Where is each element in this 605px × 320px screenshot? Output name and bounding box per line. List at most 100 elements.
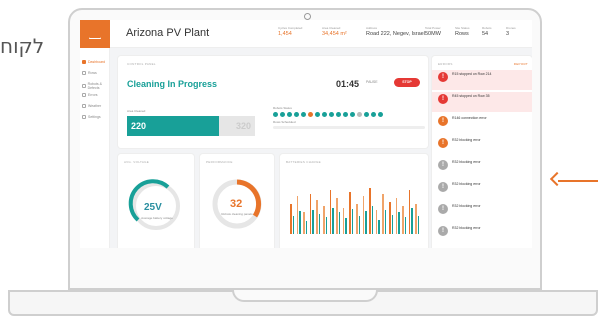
stat-label: Drones [506, 26, 516, 30]
nav-icon [82, 71, 86, 75]
cleaning-status: Cleaning In Progress [127, 79, 218, 89]
alert-icon: ! [438, 226, 448, 236]
alert-icon: ! [438, 160, 448, 170]
errors-panel: ERRORS REPORT ! R15 stopped on Row 214! R4… [432, 56, 532, 248]
performance-value: 32 [230, 198, 243, 210]
voltage-value: 25V [144, 202, 162, 213]
battery-bar-secondary [384, 210, 387, 234]
battery-bar-secondary [312, 210, 314, 234]
battery-bar [356, 204, 358, 234]
report-link[interactable]: REPORT [514, 62, 528, 66]
rows-progress-track [273, 126, 425, 129]
error-item[interactable]: ! R32 blocking error [438, 158, 532, 178]
sidebar-item[interactable]: Robots & Defects [82, 82, 109, 90]
stat-value: 3 [506, 31, 510, 37]
battery-bar [362, 196, 365, 234]
battery-bar [290, 204, 292, 234]
sidebar-item-label: Errors [88, 93, 98, 97]
header-stat: Total Power 50MW [425, 26, 441, 37]
battery-bar-secondary [299, 211, 301, 234]
stat-value: 50MW [425, 31, 441, 37]
sidebar-item-label: Robots & Defects [87, 82, 102, 90]
sidebar-item[interactable]: Rows [82, 71, 97, 75]
sidebar-item-label: Rows [88, 71, 97, 75]
battery-bar [389, 202, 391, 234]
battery-bar-secondary [404, 217, 407, 234]
alert-icon: ! [438, 116, 448, 126]
battery-bar-secondary [325, 217, 327, 234]
error-item[interactable]: ! R32 blocking error [438, 180, 532, 200]
error-item[interactable]: ! R15 stopped on Row 214 [432, 70, 532, 90]
voltage-title: AVG. VOLTAGE [124, 160, 150, 164]
sidebar-item[interactable]: Weather [82, 104, 101, 108]
error-text: R45 stopped on Row 35 [452, 94, 490, 98]
error-item[interactable]: ! R32 blocking error [438, 224, 532, 244]
battery-bar [408, 190, 411, 234]
stat-value: Road 222, Negev, Israel [366, 31, 425, 37]
nav-icon [82, 115, 86, 119]
battery-bar [296, 196, 299, 234]
header: Arizona PV Plant Cycles Completed 1,454 Ar… [110, 20, 532, 48]
stat-value: 34,454 m² [322, 31, 347, 37]
header-stat: Cycles Completed 1,454 [278, 26, 302, 37]
robot-status-dots [273, 112, 383, 117]
nav-icon [82, 93, 86, 97]
side-text: לקוח [0, 34, 45, 58]
error-item[interactable]: ! R146 connection error [438, 114, 532, 134]
sidebar-item[interactable]: Settings [82, 115, 101, 119]
battery-bar [303, 212, 305, 234]
battery-bar [349, 192, 351, 234]
nav-icon [82, 84, 86, 88]
alert-icon: ! [438, 72, 448, 82]
control-panel: CONTROL PANEL Cleaning In Progress 01:45… [118, 56, 428, 148]
stat-label: Robots [482, 26, 492, 30]
performance-panel: PERFORMANCE 32 Robots cleaning panels [200, 154, 274, 248]
error-item[interactable]: ! R32 blocking error [438, 202, 532, 222]
battery-bar-secondary [411, 207, 413, 234]
rows-scheduled-label: Rows Scheduled [273, 120, 296, 124]
nav-icon [82, 60, 86, 64]
error-text: R32 blocking error [452, 160, 481, 164]
battery-bar [395, 198, 398, 234]
sidebar: Dashboard Rows Robots & Defects Errors Weath… [80, 20, 110, 248]
alert-icon: ! [438, 204, 448, 214]
battery-bar-secondary [371, 206, 374, 234]
voltage-panel: AVG. VOLTAGE 25V Average battery voltage [118, 154, 194, 248]
stat-label: Site Status [455, 26, 470, 30]
camera-icon [304, 13, 311, 20]
battery-bar [342, 208, 345, 234]
stat-value: 1,454 [278, 31, 292, 37]
sidebar-item[interactable]: Dashboard [82, 60, 105, 64]
battery-bar [336, 198, 338, 234]
stop-button[interactable]: STOP [394, 78, 420, 87]
battery-bar [375, 210, 378, 234]
header-stat: Area Cleaned 34,454 m² [322, 26, 347, 37]
battery-bar-secondary [292, 216, 294, 234]
error-text: R32 blocking error [452, 138, 481, 142]
battery-bar-secondary [398, 212, 400, 234]
battery-bar-secondary [318, 213, 321, 234]
performance-title: PERFORMANCE [206, 160, 233, 164]
header-stat: Site Status Rows [455, 26, 470, 37]
battery-bar-secondary [332, 207, 334, 234]
sidebar-item[interactable]: Errors [82, 93, 98, 97]
control-panel-title: CONTROL PANEL [127, 62, 156, 66]
stat-value: Rows [455, 31, 469, 37]
logo [80, 20, 110, 48]
error-text: R32 blocking error [452, 226, 481, 230]
app-screen: Dashboard Rows Robots & Defects Errors Weath… [80, 20, 532, 248]
error-item[interactable]: ! R32 blocking error [438, 136, 532, 156]
battery-bar [402, 206, 404, 234]
battery-bar-secondary [305, 220, 308, 234]
pause-button[interactable]: PAUSE [366, 80, 378, 84]
battery-bar [316, 200, 318, 234]
error-text: R32 blocking error [452, 182, 481, 186]
header-stat: Drones 3 [506, 26, 516, 37]
error-item[interactable]: ! R45 stopped on Row 35 [432, 92, 532, 112]
alert-icon: ! [438, 182, 448, 192]
battery-bar-secondary [358, 216, 360, 234]
nav-icon [82, 104, 86, 108]
robots-status-label: Robots Status [273, 106, 292, 110]
alert-icon: ! [438, 138, 448, 148]
battery-bar-secondary [417, 216, 420, 234]
